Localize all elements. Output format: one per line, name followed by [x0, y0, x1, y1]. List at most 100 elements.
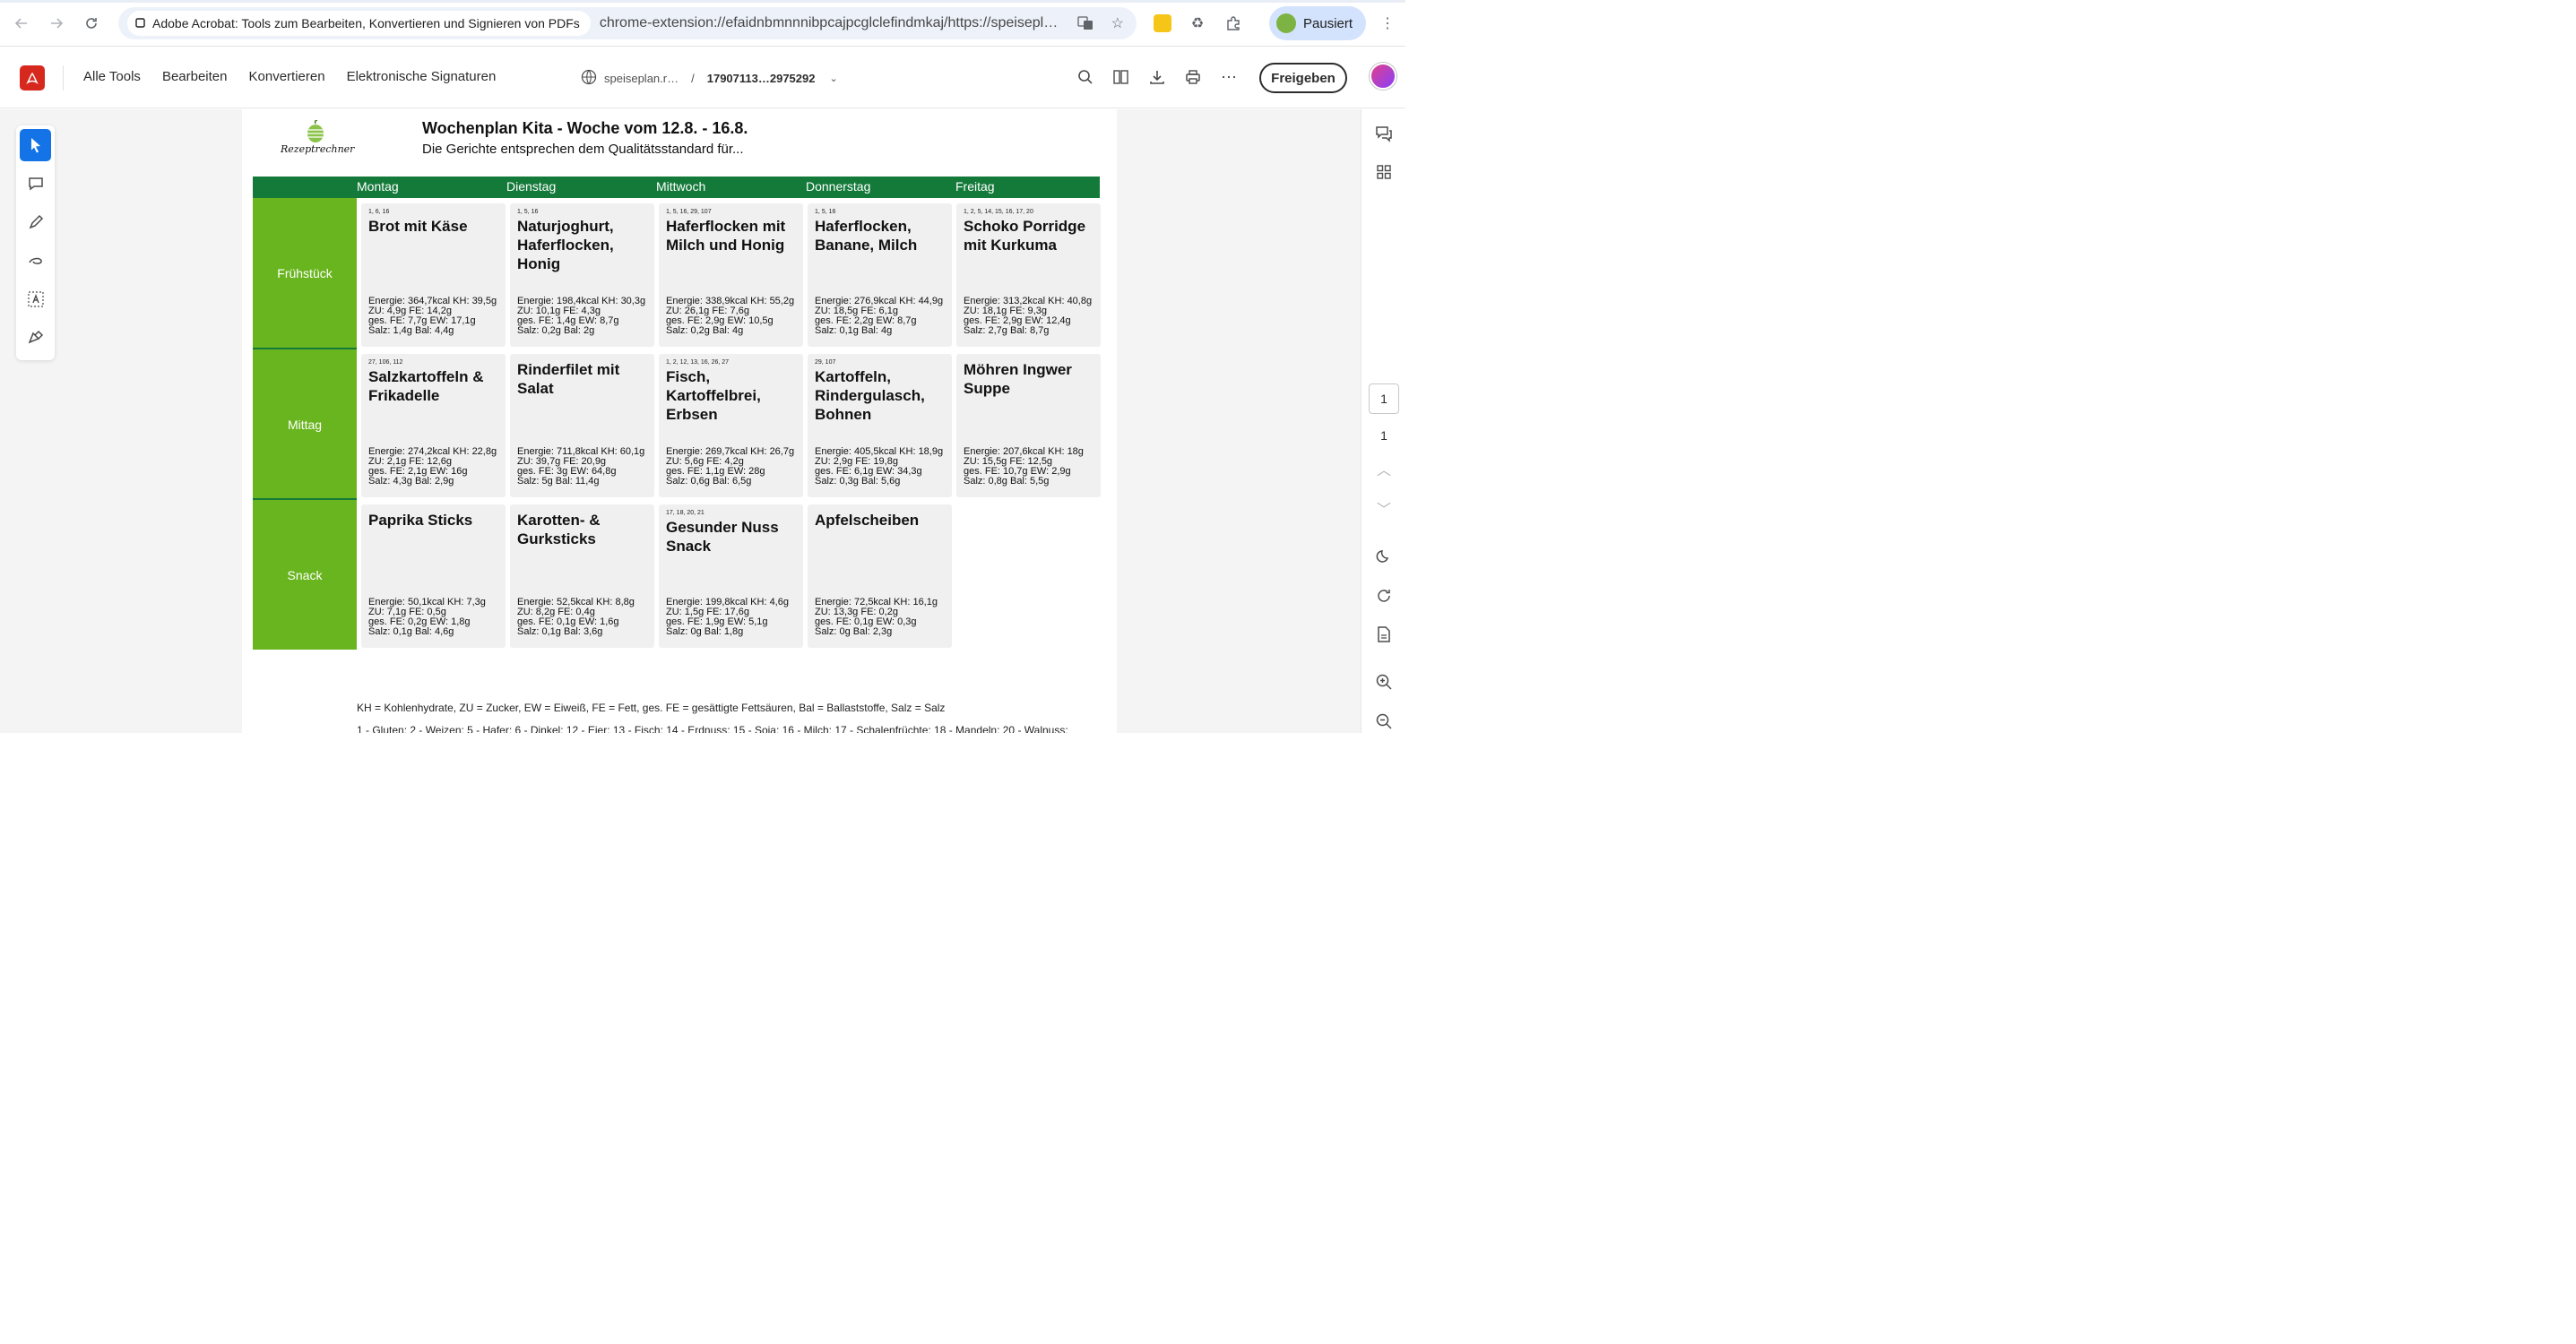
- globe-icon: [581, 69, 597, 88]
- menu-convert[interactable]: Konvertieren: [249, 69, 325, 84]
- nutrition-info: Energie: 199,8kcal KH: 4,6g ZU: 1,5g FE:…: [666, 598, 806, 637]
- more-options-icon[interactable]: ⋯: [1217, 64, 1240, 90]
- signature-icon[interactable]: [20, 322, 51, 354]
- pdf-page: Rezeptrechner Wochenplan Kita - Woche vo…: [242, 109, 1117, 733]
- allergen-codes: 1, 6, 16: [368, 209, 390, 215]
- nutrition-info: Energie: 52,5kcal KH: 8,8g ZU: 8,2g FE: …: [517, 598, 657, 637]
- select-cursor-icon[interactable]: [20, 129, 51, 161]
- back-icon[interactable]: [7, 9, 36, 38]
- extension-chip[interactable]: Adobe Acrobat: Tools zum Bearbeiten, Kon…: [127, 11, 591, 36]
- browser-menu-icon[interactable]: ⋮: [1375, 11, 1400, 36]
- nutrition-line: Salz: 0,3g Bal: 5,6g: [815, 476, 901, 487]
- rotate-icon[interactable]: [1372, 584, 1396, 607]
- comments-panel-icon[interactable]: [1372, 122, 1396, 145]
- menu-all-tools[interactable]: Alle Tools: [83, 69, 141, 84]
- print-icon[interactable]: [1181, 64, 1205, 90]
- user-avatar[interactable]: [1370, 63, 1396, 90]
- document-workspace: Rezeptrechner Wochenplan Kita - Woche vo…: [0, 109, 1405, 733]
- dish-name: Möhren Ingwer Suppe: [964, 361, 1072, 397]
- nutrition-line: Salz: 0,6g Bal: 6,5g: [666, 476, 752, 487]
- page-thumbnails-icon[interactable]: [1110, 64, 1133, 90]
- browser-toolbar: Adobe Acrobat: Tools zum Bearbeiten, Kon…: [0, 0, 1405, 47]
- comment-icon[interactable]: [20, 168, 51, 200]
- download-icon[interactable]: [1145, 64, 1169, 90]
- nutrition-info: Energie: 276,9kcal KH: 44,9g ZU: 18,5g F…: [815, 297, 955, 336]
- puzzle-icon: [134, 16, 147, 31]
- toolbar-divider: [63, 65, 64, 90]
- bookmark-star-icon[interactable]: ☆: [1105, 11, 1130, 36]
- share-button[interactable]: Freigeben: [1259, 63, 1347, 93]
- file-name[interactable]: 17907113…2975292: [707, 72, 816, 85]
- meal-cell: 1, 5, 16 Naturjoghurt, Haferflocken, Hon…: [510, 203, 654, 347]
- extension-yellow-icon[interactable]: [1154, 14, 1171, 32]
- abbreviation-legend: KH = Kohlenhydrate, ZU = Zucker, EW = Ei…: [357, 702, 946, 714]
- menu-esign[interactable]: Elektronische Signaturen: [347, 69, 497, 84]
- nutrition-info: Energie: 338,9kcal KH: 55,2g ZU: 26,1g F…: [666, 297, 806, 336]
- nutrition-info: Energie: 711,8kcal KH: 60,1g ZU: 39,7g F…: [517, 447, 657, 487]
- dish-name: Naturjoghurt, Haferflocken, Honig: [517, 218, 614, 272]
- chevron-down-icon[interactable]: ⌄: [829, 73, 837, 84]
- allergen-codes: 29, 107: [815, 359, 836, 366]
- translate-icon[interactable]: [1073, 11, 1098, 36]
- grid-view-icon[interactable]: [1372, 160, 1396, 184]
- dish-name: Haferflocken, Banane, Milch: [815, 218, 918, 254]
- dish-name: Fisch, Kartoffelbrei, Erbsen: [666, 368, 761, 423]
- nutrition-info: Energie: 405,5kcal KH: 18,9g ZU: 2,9g FE…: [815, 447, 955, 487]
- dish-name: Salzkartoffeln & Frikadelle: [368, 368, 484, 404]
- right-sidebar: 1 1 ︿ ﹀: [1361, 109, 1405, 733]
- meal-cell: Möhren Ingwer Suppe Energie: 207,6kcal K…: [956, 354, 1101, 497]
- nutrition-info: Energie: 274,2kcal KH: 22,8g ZU: 2,1g FE…: [368, 447, 508, 487]
- nutrition-info: Energie: 269,7kcal KH: 26,7g ZU: 5,6g FE…: [666, 447, 806, 487]
- profile-label: Pausiert: [1303, 15, 1353, 31]
- dark-mode-icon[interactable]: [1372, 545, 1396, 568]
- zoom-out-icon[interactable]: [1372, 710, 1396, 733]
- day-monday: Montag: [357, 179, 399, 194]
- source-host[interactable]: speiseplan.r…: [604, 72, 679, 85]
- forward-icon[interactable]: [42, 9, 71, 38]
- menu-edit[interactable]: Bearbeiten: [162, 69, 228, 84]
- tab-strip-accent: [0, 0, 1405, 3]
- current-page-input[interactable]: 1: [1369, 383, 1399, 414]
- meal-cell: Karotten- & Gurksticks Energie: 52,5kcal…: [510, 504, 654, 648]
- dish-name: Apfelscheiben: [815, 512, 920, 529]
- document-properties-icon[interactable]: [1372, 623, 1396, 646]
- allergen-codes: 17, 18, 20, 21: [666, 510, 705, 516]
- zoom-in-icon[interactable]: [1372, 670, 1396, 694]
- nutrition-line: Salz: 1,4g Bal: 4,4g: [368, 325, 454, 336]
- plan-subtitle: Die Gerichte entsprechen dem Qualitätsst…: [422, 142, 744, 157]
- nutrition-line: Salz: 5g Bal: 11,4g: [517, 476, 600, 487]
- meal-cell: 1, 5, 16 Haferflocken, Banane, Milch Ene…: [808, 203, 952, 347]
- url-text[interactable]: chrome-extension://efaidnbmnnnibpcajpcgl…: [600, 15, 1066, 31]
- search-icon[interactable]: [1074, 64, 1097, 90]
- acrobat-actions: ⋯: [1074, 64, 1240, 90]
- nutrition-line: Salz: 0,8g Bal: 5,5g: [964, 476, 1050, 487]
- allergen-codes: 1, 5, 16: [517, 209, 539, 215]
- dish-name: Paprika Sticks: [368, 512, 473, 529]
- profile-paused-chip[interactable]: Pausiert: [1269, 6, 1366, 40]
- dish-name: Rinderfilet mit Salat: [517, 361, 620, 397]
- chevron-down-icon[interactable]: ﹀: [1372, 496, 1396, 520]
- nutrition-line: Salz: 0,2g Bal: 4g: [666, 325, 744, 336]
- meal-cell: 1, 2, 5, 14, 15, 16, 17, 20 Schoko Porri…: [956, 203, 1101, 347]
- meal-cell: 29, 107 Kartoffeln, Rindergulasch, Bohne…: [808, 354, 952, 497]
- nutrition-info: Energie: 313,2kcal KH: 40,8g ZU: 18,1g F…: [964, 297, 1103, 336]
- nutrition-line: Salz: 2,7g Bal: 8,7g: [964, 325, 1050, 336]
- acrobat-logo-icon[interactable]: [20, 65, 45, 90]
- freehand-draw-icon[interactable]: [20, 245, 51, 277]
- extensions-puzzle-icon[interactable]: [1221, 11, 1246, 36]
- meal-cell: 1, 2, 12, 13, 16, 26, 27 Fisch, Kartoffe…: [659, 354, 803, 497]
- address-bar[interactable]: Adobe Acrobat: Tools zum Bearbeiten, Kon…: [118, 7, 1137, 39]
- allergen-codes: 1, 2, 5, 14, 15, 16, 17, 20: [964, 209, 1033, 215]
- total-pages: 1: [1380, 428, 1387, 443]
- plan-title: Wochenplan Kita - Woche vom 12.8. - 16.8…: [422, 119, 748, 137]
- dish-name: Karotten- & Gurksticks: [517, 512, 601, 547]
- recycle-extension-icon[interactable]: ♻: [1185, 11, 1210, 36]
- profile-avatar-icon: [1276, 13, 1296, 33]
- text-box-icon[interactable]: [20, 283, 51, 315]
- chevron-up-icon[interactable]: ︿: [1372, 457, 1396, 480]
- reload-icon[interactable]: [77, 9, 106, 38]
- meal-cell: Paprika Sticks Energie: 50,1kcal KH: 7,3…: [361, 504, 506, 648]
- allergen-codes: 1, 2, 12, 13, 16, 26, 27: [666, 359, 730, 366]
- quick-tools-panel: [16, 125, 55, 360]
- highlight-pen-icon[interactable]: [20, 206, 51, 238]
